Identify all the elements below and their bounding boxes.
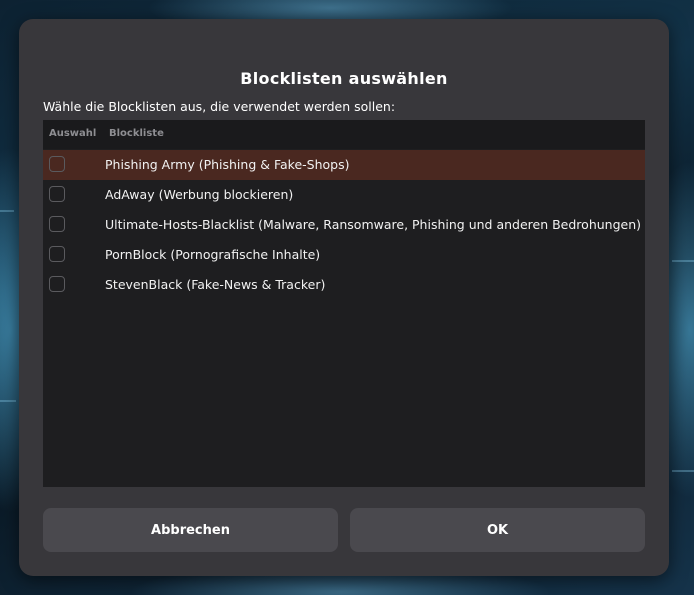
circuit-trace bbox=[672, 260, 694, 262]
dialog-title: Blocklisten auswählen bbox=[240, 69, 448, 88]
circuit-trace bbox=[0, 400, 16, 402]
row-checkbox[interactable] bbox=[49, 156, 65, 172]
ok-button[interactable]: OK bbox=[350, 508, 645, 552]
blocklist-table: Auswahl Blockliste Phishing Army (Phishi… bbox=[43, 120, 645, 487]
table-row[interactable]: StevenBlack (Fake-News & Tracker) bbox=[43, 270, 645, 300]
row-checkbox[interactable] bbox=[49, 246, 65, 262]
table-header: Auswahl Blockliste bbox=[43, 120, 645, 149]
table-row[interactable]: AdAway (Werbung blockieren) bbox=[43, 180, 645, 210]
table-row[interactable]: Phishing Army (Phishing & Fake-Shops) bbox=[43, 150, 645, 180]
blocklist-dialog: Blocklisten auswählen Wähle die Blocklis… bbox=[19, 19, 669, 576]
table-row[interactable]: PornBlock (Pornografische Inhalte) bbox=[43, 240, 645, 270]
circuit-trace bbox=[0, 210, 14, 212]
table-row[interactable]: Ultimate-Hosts-Blacklist (Malware, Ranso… bbox=[43, 210, 645, 240]
column-header-blocklist[interactable]: Blockliste bbox=[109, 128, 164, 139]
circuit-trace bbox=[672, 470, 694, 472]
row-label: Ultimate-Hosts-Blacklist (Malware, Ranso… bbox=[105, 217, 642, 232]
row-label: AdAway (Werbung blockieren) bbox=[105, 187, 294, 202]
row-checkbox[interactable] bbox=[49, 276, 65, 292]
row-checkbox[interactable] bbox=[49, 186, 65, 202]
row-label: Phishing Army (Phishing & Fake-Shops) bbox=[105, 157, 350, 172]
instruction-text: Wähle die Blocklisten aus, die verwendet… bbox=[43, 99, 396, 114]
row-checkbox[interactable] bbox=[49, 216, 65, 232]
cancel-button[interactable]: Abbrechen bbox=[43, 508, 338, 552]
row-label: StevenBlack (Fake-News & Tracker) bbox=[105, 277, 326, 292]
row-label: PornBlock (Pornografische Inhalte) bbox=[105, 247, 321, 262]
column-header-select[interactable]: Auswahl bbox=[49, 128, 96, 139]
